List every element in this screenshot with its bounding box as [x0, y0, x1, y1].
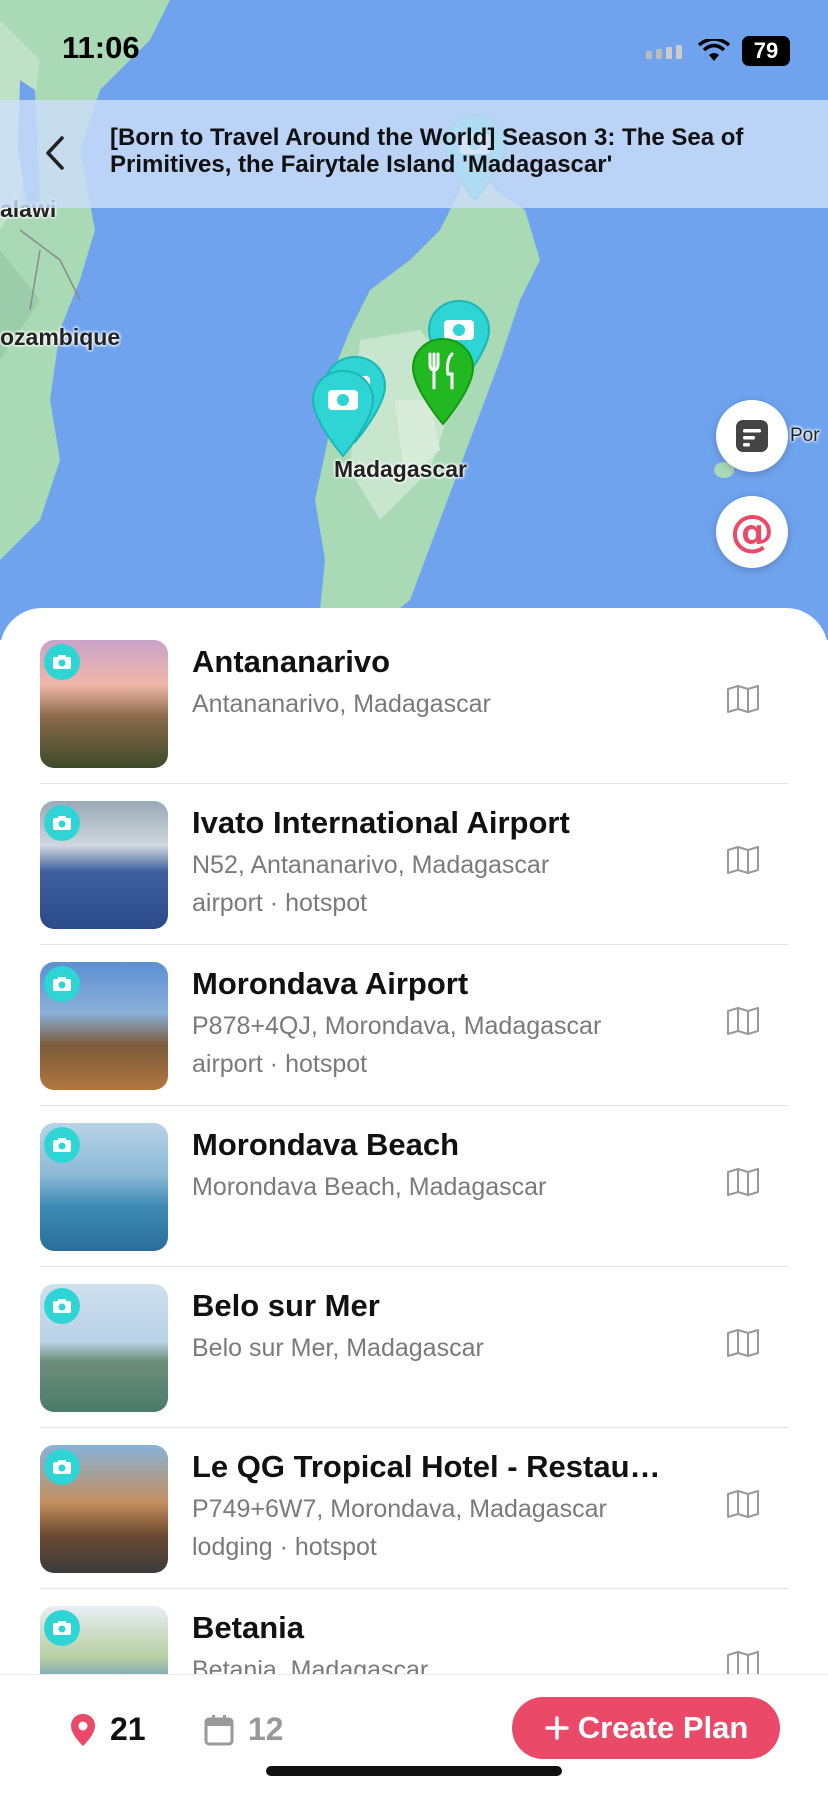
place-address: Belo sur Mer, Madagascar: [192, 1334, 484, 1362]
location-pin-icon: [71, 1713, 95, 1746]
place-thumbnail: [40, 1123, 168, 1251]
battery-indicator: 79: [742, 36, 790, 66]
page-title: [Born to Travel Around the World] Season…: [110, 124, 744, 178]
list-item[interactable]: Belo sur Mer Belo sur Mer, Madagascar: [40, 1268, 788, 1428]
place-tags: airport · hotspot: [192, 889, 368, 917]
camera-icon: [44, 1127, 80, 1163]
places-list: Antananarivo Antananarivo, Madagascar Iv…: [40, 624, 788, 1751]
list-item[interactable]: Ivato International Airport N52, Antanan…: [40, 785, 788, 945]
at-icon: @: [730, 506, 774, 557]
place-title: Morondava Airport: [192, 966, 469, 1001]
map-icon[interactable]: [726, 1328, 760, 1358]
plus-icon: [544, 1716, 569, 1740]
place-address: P749+6W7, Morondava, Madagascar: [192, 1495, 607, 1523]
header: [Born to Travel Around the World] Season…: [0, 100, 828, 208]
place-title: Betania: [192, 1610, 304, 1645]
create-plan-label: Create Plan: [577, 1710, 749, 1745]
places-sheet[interactable]: Antananarivo Antananarivo, Madagascar Iv…: [0, 608, 828, 1792]
signal-icon: [646, 45, 682, 59]
place-address: P878+4QJ, Morondava, Madagascar: [192, 1012, 602, 1040]
place-thumbnail: [40, 1445, 168, 1573]
mention-button[interactable]: @: [716, 496, 788, 568]
place-thumbnail: [40, 640, 168, 768]
wifi-icon: [698, 39, 730, 61]
place-tags: airport · hotspot: [192, 1050, 368, 1078]
map-icon[interactable]: [726, 845, 760, 875]
notes-button[interactable]: [716, 400, 788, 472]
map-label-port: Por: [790, 425, 820, 446]
home-indicator: [266, 1766, 562, 1776]
map-icon[interactable]: [726, 684, 760, 714]
map-icon[interactable]: [726, 1006, 760, 1036]
places-count[interactable]: 21: [70, 1711, 146, 1748]
camera-icon: [44, 1449, 80, 1485]
map-icon[interactable]: [726, 1167, 760, 1197]
days-count[interactable]: 12: [204, 1711, 284, 1748]
create-plan-button[interactable]: Create Plan: [512, 1697, 780, 1759]
back-icon: [46, 136, 64, 170]
place-thumbnail: [40, 962, 168, 1090]
place-address: Antananarivo, Madagascar: [192, 690, 491, 718]
camera-icon: [44, 644, 80, 680]
status-time: 11:06: [62, 30, 140, 65]
list-item[interactable]: Morondava Beach Morondava Beach, Madagas…: [40, 1107, 788, 1267]
camera-icon: [44, 1610, 80, 1646]
list-item[interactable]: Antananarivo Antananarivo, Madagascar: [40, 624, 788, 784]
list-item[interactable]: Morondava Airport P878+4QJ, Morondava, M…: [40, 946, 788, 1106]
map-label-mozambique: ozambique: [0, 324, 121, 350]
status-bar: 11:06 79: [0, 0, 828, 100]
camera-icon: [44, 805, 80, 841]
notes-icon: [736, 420, 768, 452]
place-title: Belo sur Mer: [192, 1288, 380, 1323]
place-title: Morondava Beach: [192, 1127, 460, 1162]
place-tags: lodging · hotspot: [192, 1533, 377, 1561]
place-address: N52, Antananarivo, Madagascar: [192, 851, 550, 879]
back-button[interactable]: [36, 128, 76, 178]
camera-icon: [44, 1288, 80, 1324]
list-item[interactable]: Le QG Tropical Hotel - Restau… P749+6W7,…: [40, 1429, 788, 1589]
map-icon[interactable]: [726, 1489, 760, 1519]
place-title: Le QG Tropical Hotel - Restau…: [192, 1449, 661, 1484]
camera-icon: [44, 966, 80, 1002]
places-count-value: 21: [110, 1711, 146, 1747]
days-count-value: 12: [248, 1711, 284, 1747]
food-pin[interactable]: [408, 334, 478, 434]
place-title: Antananarivo: [192, 644, 391, 679]
calendar-icon: [204, 1714, 234, 1745]
place-address: Morondava Beach, Madagascar: [192, 1173, 547, 1201]
place-thumbnail: [40, 1284, 168, 1412]
place-thumbnail: [40, 801, 168, 929]
camera-pin[interactable]: [308, 366, 378, 466]
status-icons: 79: [646, 36, 790, 66]
place-title: Ivato International Airport: [192, 805, 570, 840]
